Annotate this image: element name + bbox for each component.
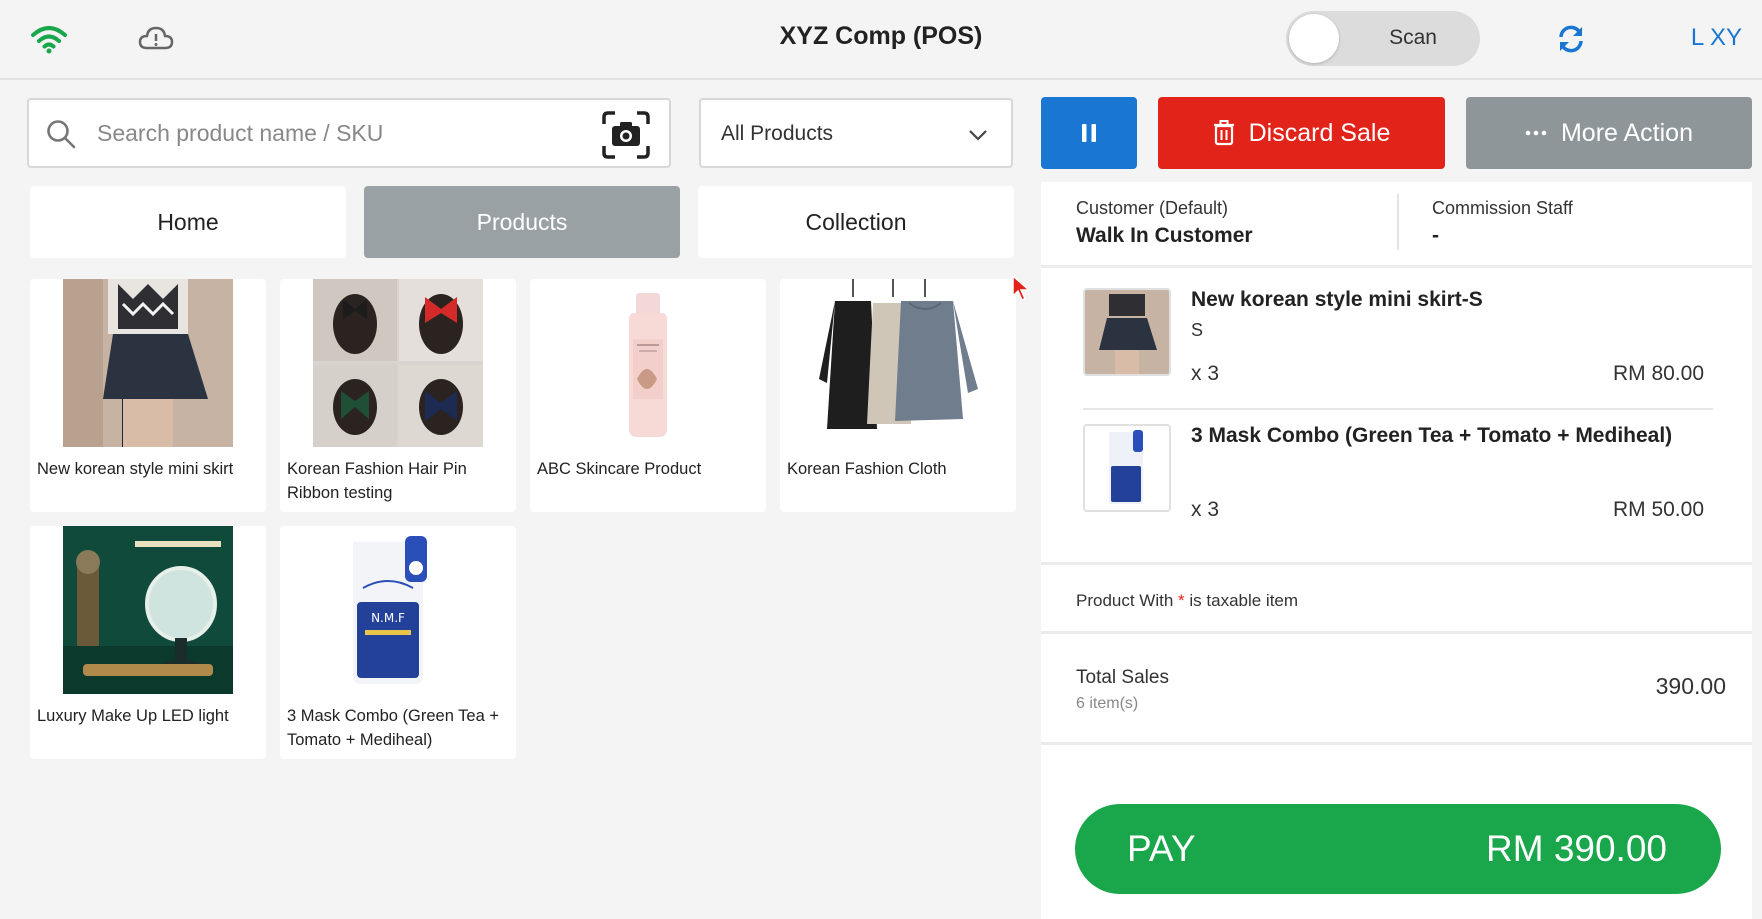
tax-note: Product With * is taxable item: [1041, 562, 1752, 634]
face-mask-photo: [1085, 426, 1169, 510]
chevron-down-icon: [969, 130, 987, 141]
top-bar: XYZ Comp (POS) Scan L XY: [0, 0, 1762, 80]
total-label: Total Sales: [1076, 667, 1169, 688]
discard-sale-button[interactable]: Discard Sale: [1158, 97, 1445, 169]
toggle-knob[interactable]: [1289, 14, 1339, 63]
product-name: Korean Fashion Hair Pin Ribbon testing: [287, 460, 467, 502]
filter-value: All Products: [721, 122, 834, 145]
product-name: Korean Fashion Cloth: [787, 460, 947, 478]
search-input[interactable]: [97, 110, 557, 156]
product-card-mask-combo[interactable]: N.M.F 3 Mask Combo (Green Tea + Tomato +…: [280, 526, 516, 759]
product-card-mini-skirt[interactable]: New korean style mini skirt: [30, 279, 266, 512]
skirt-photo: [1085, 290, 1169, 374]
user-label[interactable]: L XY: [1691, 24, 1742, 52]
scan-toggle[interactable]: Scan: [1286, 11, 1480, 66]
scan-label: Scan: [1389, 26, 1437, 49]
tab-products[interactable]: Products: [364, 186, 680, 258]
refresh-icon[interactable]: [1556, 24, 1586, 54]
cart-item-thumbnail: [1083, 288, 1171, 376]
divider: [1397, 194, 1399, 250]
customer-section: Customer (Default) Walk In Customer Comm…: [1041, 182, 1752, 268]
product-card-led-light[interactable]: Luxury Make Up LED light: [30, 526, 266, 759]
commission-staff-label: Commission Staff: [1432, 198, 1573, 218]
page-title: XYZ Comp (POS): [779, 22, 983, 50]
tab-collection[interactable]: Collection: [698, 186, 1014, 258]
svg-text:N.M.F: N.M.F: [371, 611, 405, 625]
more-action-button[interactable]: More Action: [1466, 97, 1752, 169]
product-card-cloth[interactable]: Korean Fashion Cloth: [780, 279, 1016, 512]
camera-scan-icon[interactable]: [601, 110, 651, 160]
cart-item-name: 3 Mask Combo (Green Tea + Tomato + Medih…: [1191, 424, 1673, 447]
product-filter-select[interactable]: All Products: [699, 98, 1013, 168]
discard-label: Discard Sale: [1248, 118, 1391, 147]
face-mask-photo: N.M.F: [313, 526, 483, 694]
cart-item[interactable]: New korean style mini skirt-S S x 3 RM 8…: [1041, 270, 1752, 410]
taxable-star: *: [1178, 591, 1185, 610]
sweaters-photo: [813, 279, 983, 447]
tab-home[interactable]: Home: [30, 186, 346, 258]
cart-item-variant: S: [1191, 320, 1204, 340]
pause-icon: [1082, 124, 1096, 142]
product-card-skincare[interactable]: ABC Skincare Product: [530, 279, 766, 512]
product-name: 3 Mask Combo (Green Tea + Tomato + Medih…: [287, 707, 500, 749]
total-value: 390.00: [1655, 673, 1726, 699]
pay-button[interactable]: PAY RM 390.00: [1075, 804, 1721, 894]
pay-label: PAY: [1127, 828, 1196, 869]
tax-note-text: Product With * is taxable item: [1076, 591, 1298, 611]
trash-icon: [1213, 120, 1234, 146]
cart-item-qty: x 3: [1191, 362, 1220, 385]
product-name: ABC Skincare Product: [537, 460, 702, 478]
product-name: New korean style mini skirt: [37, 460, 234, 478]
commission-staff-value[interactable]: -: [1432, 224, 1439, 248]
led-mirror-photo: [63, 526, 233, 694]
tax-note-suffix: is taxable item: [1184, 591, 1299, 610]
cart-item-price: RM 80.00: [1612, 362, 1704, 385]
ellipsis-icon: [1525, 130, 1547, 136]
pay-amount: RM 390.00: [1486, 828, 1667, 869]
pause-sale-button[interactable]: [1041, 97, 1137, 169]
hair-ribbon-photo: [313, 279, 483, 447]
search-icon: [47, 120, 76, 149]
product-card-hair-ribbon[interactable]: Korean Fashion Hair Pin Ribbon testing: [280, 279, 516, 512]
customer-value[interactable]: Walk In Customer: [1076, 224, 1253, 248]
cart-item-qty: x 3: [1191, 498, 1220, 521]
skirt-photo: [63, 279, 233, 447]
product-name: Luxury Make Up LED light: [37, 707, 229, 725]
cart-item[interactable]: 3 Mask Combo (Green Tea + Tomato + Medih…: [1041, 410, 1752, 550]
cart-panel: Customer (Default) Walk In Customer Comm…: [1041, 182, 1752, 919]
more-label: More Action: [1560, 118, 1693, 147]
cart-item-name: New korean style mini skirt-S: [1191, 288, 1483, 311]
customer-label: Customer (Default): [1076, 198, 1229, 218]
cart-item-thumbnail: [1083, 424, 1171, 512]
total-section: Total Sales 6 item(s) 390.00: [1041, 637, 1752, 745]
mouse-cursor-icon: [1012, 274, 1031, 302]
cart-item-price: RM 50.00: [1612, 498, 1704, 521]
skincare-bottle-photo: [563, 279, 733, 447]
tax-note-prefix: Product With: [1076, 591, 1179, 610]
item-count: 6 item(s): [1076, 695, 1139, 712]
search-box: [27, 98, 671, 168]
